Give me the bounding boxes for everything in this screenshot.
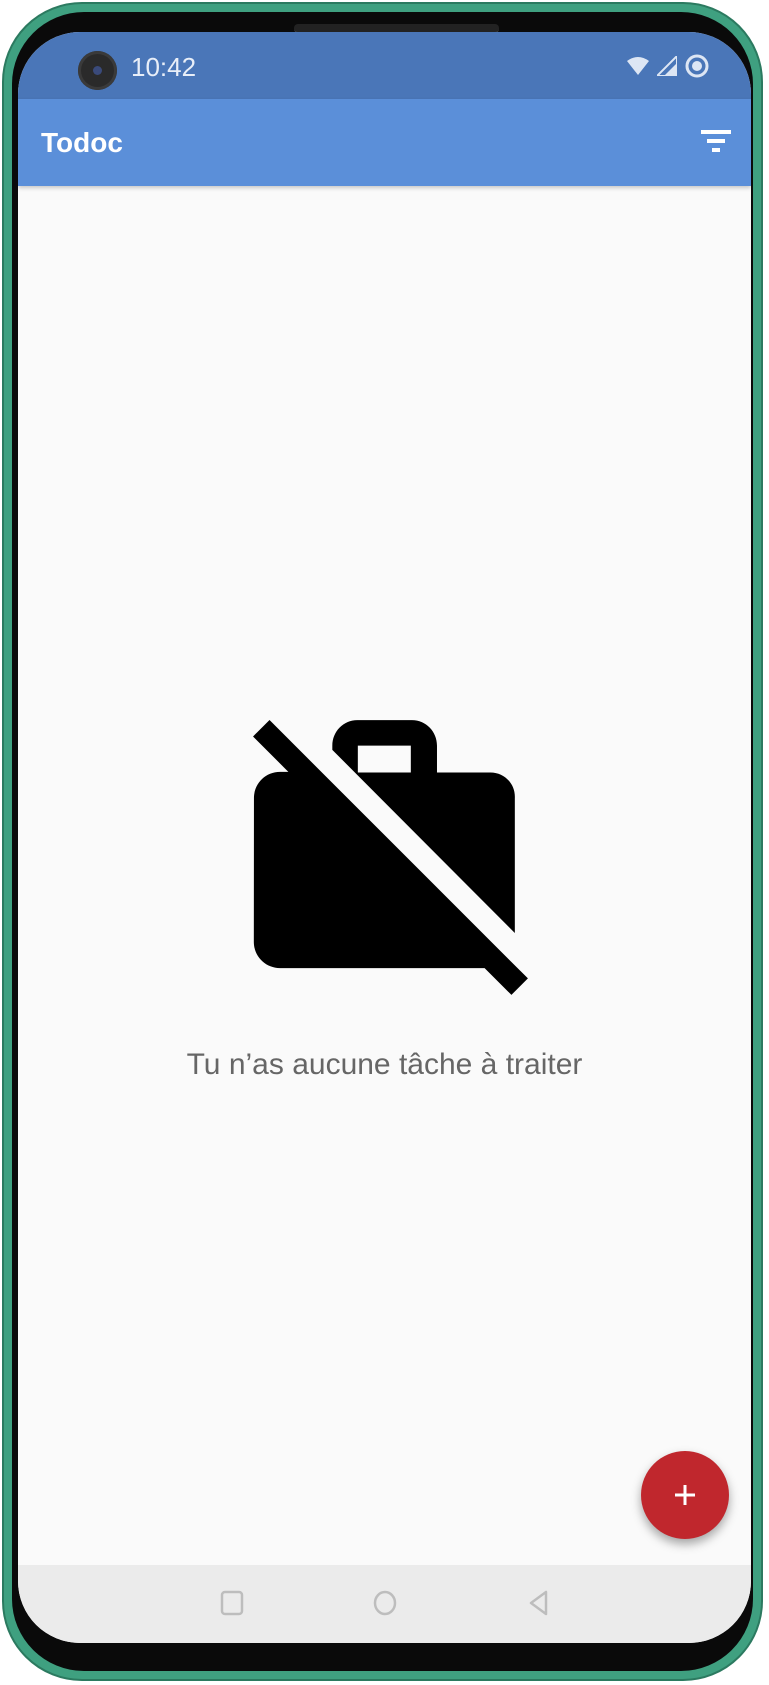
recents-square-icon[interactable] bbox=[216, 1587, 248, 1619]
plus-icon bbox=[675, 1485, 695, 1505]
add-task-button[interactable] bbox=[641, 1451, 729, 1539]
status-bar: 10:42 bbox=[18, 32, 751, 99]
sync-circle-icon bbox=[685, 54, 709, 78]
app-title: Todoc bbox=[41, 127, 123, 158]
empty-state-message: Tu n’as aucune tâche à traiter bbox=[186, 1048, 583, 1081]
front-camera bbox=[78, 51, 117, 90]
status-time: 10:42 bbox=[131, 52, 197, 82]
screen: 10:42 Todoc Tu n’as aucune tâche à trait… bbox=[18, 32, 751, 1643]
back-triangle-icon[interactable] bbox=[523, 1587, 555, 1619]
wifi-icon bbox=[627, 57, 649, 75]
status-icons bbox=[627, 54, 709, 78]
cellular-signal-icon bbox=[657, 56, 677, 76]
work-off-icon bbox=[253, 720, 528, 995]
navigation-bar bbox=[18, 1565, 751, 1643]
home-circle-icon[interactable] bbox=[369, 1587, 401, 1619]
filter-list-icon[interactable] bbox=[701, 128, 731, 154]
app-bar: Todoc bbox=[18, 99, 751, 186]
